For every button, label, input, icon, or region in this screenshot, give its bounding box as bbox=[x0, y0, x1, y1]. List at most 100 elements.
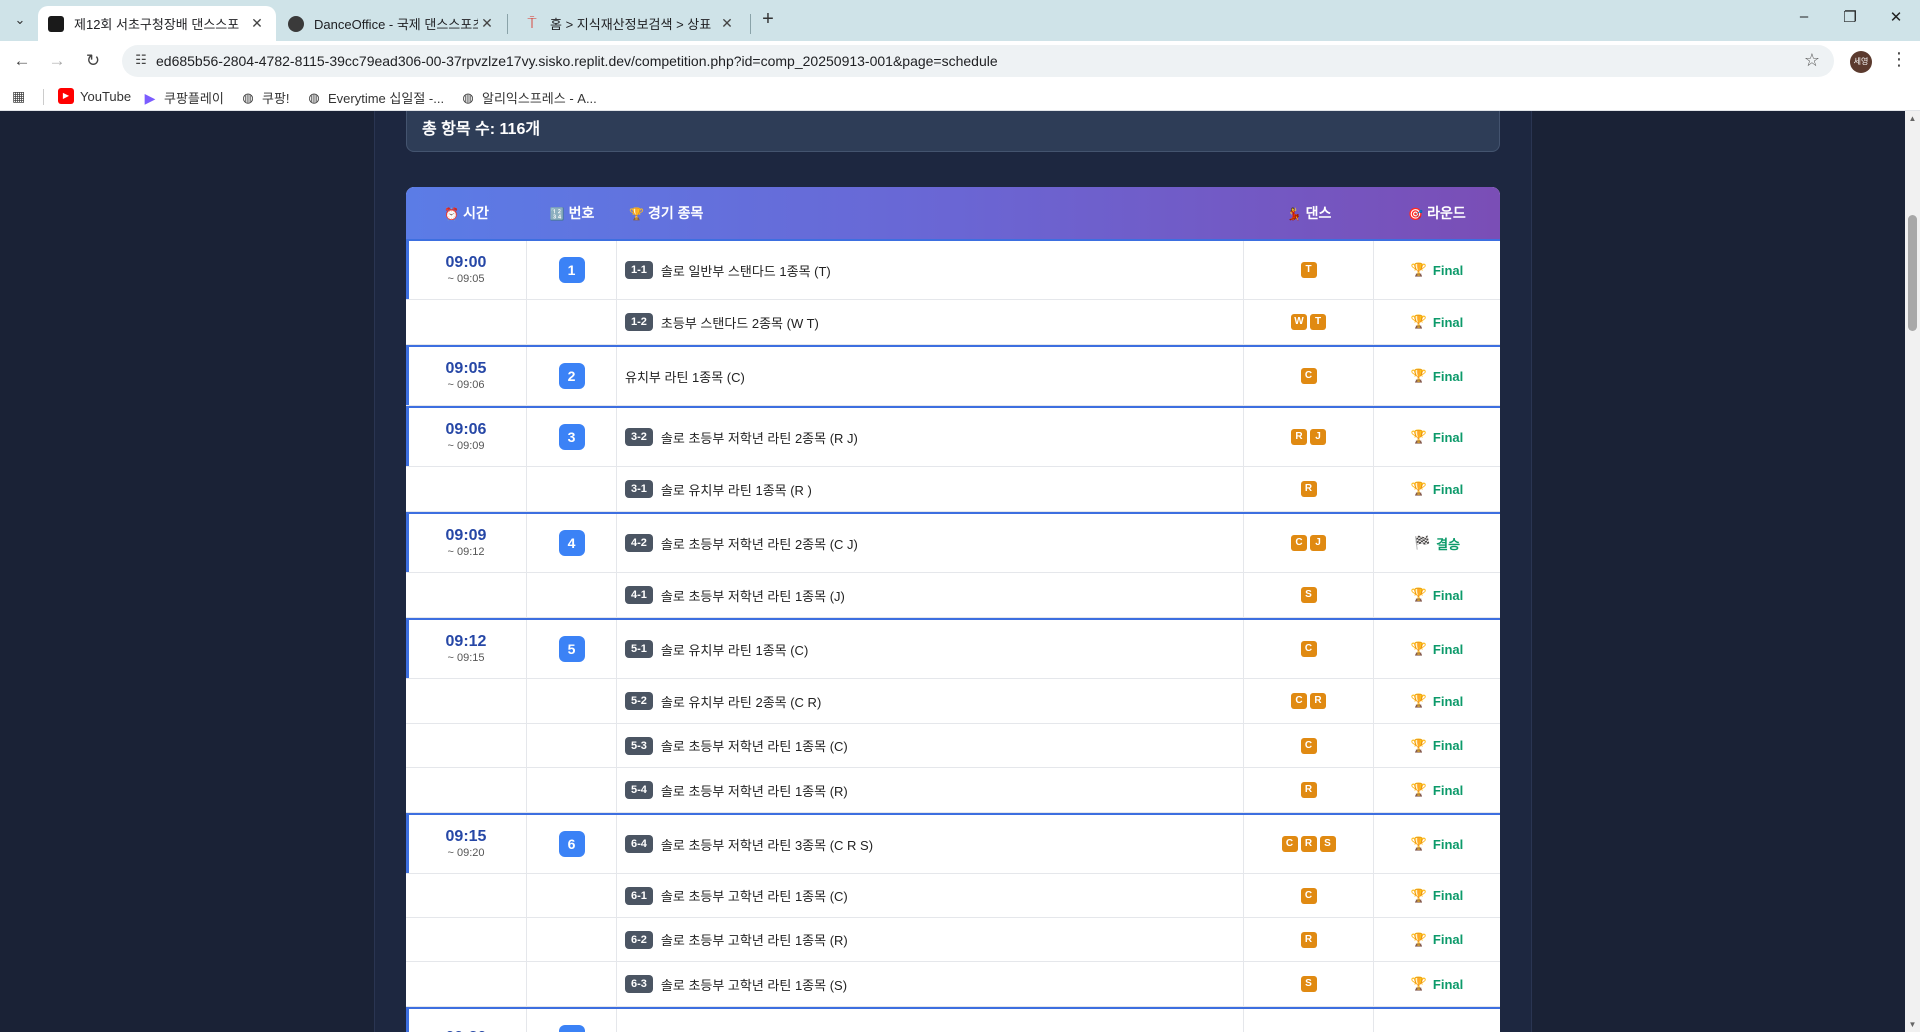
close-icon[interactable]: ✕ bbox=[718, 15, 736, 32]
tab-divider bbox=[750, 14, 751, 34]
round-cell: 🏆 Final bbox=[1374, 300, 1500, 344]
bookmark-star-icon[interactable]: ☆ bbox=[1804, 50, 1820, 71]
event-cell: 3-2 솔로 초등부 저학년 라틴 2종목 (R J) bbox=[617, 408, 1244, 466]
page-scrollbar[interactable]: ▲ ▼ bbox=[1905, 111, 1920, 1032]
end-time: ~ 09:15 bbox=[447, 652, 485, 664]
dance-cell: R bbox=[1244, 918, 1374, 961]
event-name: 솔로 유치부 라틴 1종목 (R ) bbox=[660, 482, 812, 498]
header-time: ⏰ 시간 bbox=[406, 187, 527, 239]
table-row: 09:15 ~ 09:20 6 6-4 솔로 초등부 저학년 라틴 3종목 (C R S… bbox=[406, 813, 1500, 874]
event-name: 솔로 초등부 저학년 라틴 2종목 (R J) bbox=[660, 430, 858, 446]
checkered-flag-icon: 🏁 bbox=[1413, 535, 1431, 550]
event-code-badge: 5-1 bbox=[625, 640, 653, 658]
table-row: 09:20 7 bbox=[406, 1007, 1500, 1032]
trophy-icon: 🏆 bbox=[1410, 836, 1427, 851]
restore-icon[interactable]: ❐ bbox=[1836, 8, 1864, 32]
bookmark-coupang-play[interactable]: ▶ 쿠팡플레이 bbox=[142, 88, 224, 107]
trophy-icon: 🏆 bbox=[1410, 887, 1427, 903]
round-cell: 🏆 Final bbox=[1374, 724, 1500, 767]
number-cell: 5 bbox=[527, 620, 617, 678]
apps-grid-icon[interactable]: ▦ bbox=[12, 89, 28, 105]
dance-badge: S bbox=[1319, 836, 1336, 852]
round-cell: 🏆 Final bbox=[1374, 467, 1500, 511]
menu-kebab-icon[interactable]: ⋮ bbox=[1890, 49, 1908, 70]
trophy-icon: 🏆 bbox=[1410, 976, 1427, 991]
tab-title: 제12회 서초구청장배 댄스스포 bbox=[74, 17, 240, 32]
event-code-badge: 6-3 bbox=[625, 975, 653, 993]
tab-competition[interactable]: 제12회 서초구청장배 댄스스포 ✕ bbox=[38, 6, 276, 41]
back-icon[interactable]: ← bbox=[9, 49, 35, 75]
number-cell bbox=[527, 573, 617, 617]
url-text[interactable]: ed685b56-2804-4782-8115-39cc79ead306-00-… bbox=[156, 53, 998, 69]
minimize-icon[interactable]: – bbox=[1790, 8, 1818, 32]
event-code-badge: 6-2 bbox=[625, 930, 653, 949]
start-time: 09:05 bbox=[445, 360, 487, 377]
tab-danceoffice[interactable]: DanceOffice - 국제 댄스스포츠 ✕ bbox=[278, 6, 506, 41]
tab-trademark-search[interactable]: ⍑ 홈 > 지식재산정보검색 > 상표 ✕ bbox=[514, 6, 746, 41]
scroll-down-arrow-icon[interactable]: ▼ bbox=[1908, 1020, 1917, 1029]
header-event: 🏆 경기 종목 bbox=[617, 187, 703, 239]
trophy-icon: 🏆 bbox=[1410, 693, 1427, 708]
round-cell: 🏆 Final bbox=[1374, 347, 1500, 405]
window-close-icon[interactable]: ✕ bbox=[1882, 8, 1910, 32]
time-cell: 09:09 ~ 09:12 bbox=[406, 514, 527, 572]
event-name: 솔로 유치부 라틴 1종목 (C) bbox=[660, 642, 809, 658]
round-label: Final bbox=[1432, 641, 1464, 657]
round-label: 결승 bbox=[1436, 536, 1461, 552]
number-cell: 4 bbox=[527, 514, 617, 572]
start-time: 09:09 bbox=[445, 527, 487, 544]
event-name: 솔로 초등부 저학년 라틴 3종목 (C R S) bbox=[660, 837, 874, 853]
event-cell bbox=[617, 1009, 1244, 1032]
table-row: 4-1 솔로 초등부 저학년 라틴 1종목 (J) S 🏆 Final bbox=[406, 573, 1500, 618]
bookmark-label: Everytime 십일절 -... bbox=[328, 91, 445, 106]
bookmark-everytime[interactable]: ◍ Everytime 십일절 -... bbox=[306, 88, 444, 107]
coupang-play-icon: ▶ bbox=[144, 89, 156, 106]
reload-icon[interactable]: ↻ bbox=[80, 49, 106, 75]
dance-cell: C bbox=[1244, 874, 1374, 917]
close-icon[interactable]: ✕ bbox=[248, 15, 266, 32]
round-cell: 🏆 Final bbox=[1374, 962, 1500, 1006]
number-cell bbox=[527, 768, 617, 812]
site-favicon-icon bbox=[288, 15, 304, 32]
heat-number-badge: 5 bbox=[558, 636, 585, 662]
site-info-icon[interactable]: ☷ bbox=[132, 52, 150, 70]
trophy-icon: 🏆 bbox=[1410, 931, 1427, 947]
target-icon: 🎯 bbox=[1408, 207, 1424, 221]
dance-cell: C bbox=[1244, 347, 1374, 405]
event-name: 솔로 초등부 고학년 라틴 1종목 (S) bbox=[660, 977, 848, 993]
event-cell: 4-2 솔로 초등부 저학년 라틴 2종목 (C J) bbox=[617, 514, 1244, 572]
trophy-icon: 🏆 bbox=[629, 207, 644, 221]
number-cell bbox=[527, 679, 617, 723]
dance-badge: R bbox=[1300, 836, 1317, 852]
forward-icon[interactable]: → bbox=[44, 49, 70, 75]
round-cell: 🏆 Final bbox=[1374, 573, 1500, 617]
table-row: 5-2 솔로 유치부 라틴 2종목 (C R) C R 🏆 Final bbox=[406, 679, 1500, 724]
address-bar[interactable]: ☷ ed685b56-2804-4782-8115-39cc79ead306-0… bbox=[122, 45, 1834, 77]
event-name: 솔로 초등부 저학년 라틴 1종목 (R) bbox=[660, 783, 848, 799]
bookmark-coupang[interactable]: ◍ 쿠팡! bbox=[240, 88, 289, 107]
end-time: ~ 09:05 bbox=[447, 273, 485, 285]
number-cell bbox=[527, 874, 617, 917]
scroll-up-arrow-icon[interactable]: ▲ bbox=[1908, 114, 1917, 123]
close-icon[interactable]: ✕ bbox=[478, 15, 496, 32]
new-tab-button[interactable]: + bbox=[757, 9, 779, 31]
trophy-icon: 🏆 bbox=[1410, 782, 1427, 797]
dance-badge: R bbox=[1310, 693, 1326, 709]
round-cell: 🏆 Final bbox=[1374, 815, 1500, 873]
round-label: Final bbox=[1432, 587, 1464, 603]
time-cell bbox=[406, 724, 527, 767]
table-header: ⏰ 시간 🔢 번호 🏆 경기 종목 💃 댄스 🎯 라운드 bbox=[406, 187, 1500, 239]
tab-divider bbox=[507, 14, 508, 34]
profile-avatar[interactable]: 세영 bbox=[1850, 51, 1872, 73]
time-cell bbox=[406, 918, 527, 961]
number-cell bbox=[527, 467, 617, 511]
bookmark-aliexpress[interactable]: ◍ 알리익스프레스 - A... bbox=[460, 88, 596, 107]
scrollbar-thumb[interactable] bbox=[1908, 215, 1917, 331]
tab-search-dropdown[interactable]: ⌄ bbox=[8, 8, 32, 32]
bookmark-youtube[interactable]: ▶ YouTube bbox=[58, 88, 131, 104]
table-row: 6-1 솔로 초등부 고학년 라틴 1종목 (C) C 🏆 Final bbox=[406, 874, 1500, 918]
event-code-badge: 5-3 bbox=[625, 736, 653, 755]
time-cell: 09:12 ~ 09:15 bbox=[406, 620, 527, 678]
site-favicon-icon bbox=[48, 15, 64, 32]
event-name: 유치부 라틴 1종목 (C) bbox=[625, 369, 745, 385]
